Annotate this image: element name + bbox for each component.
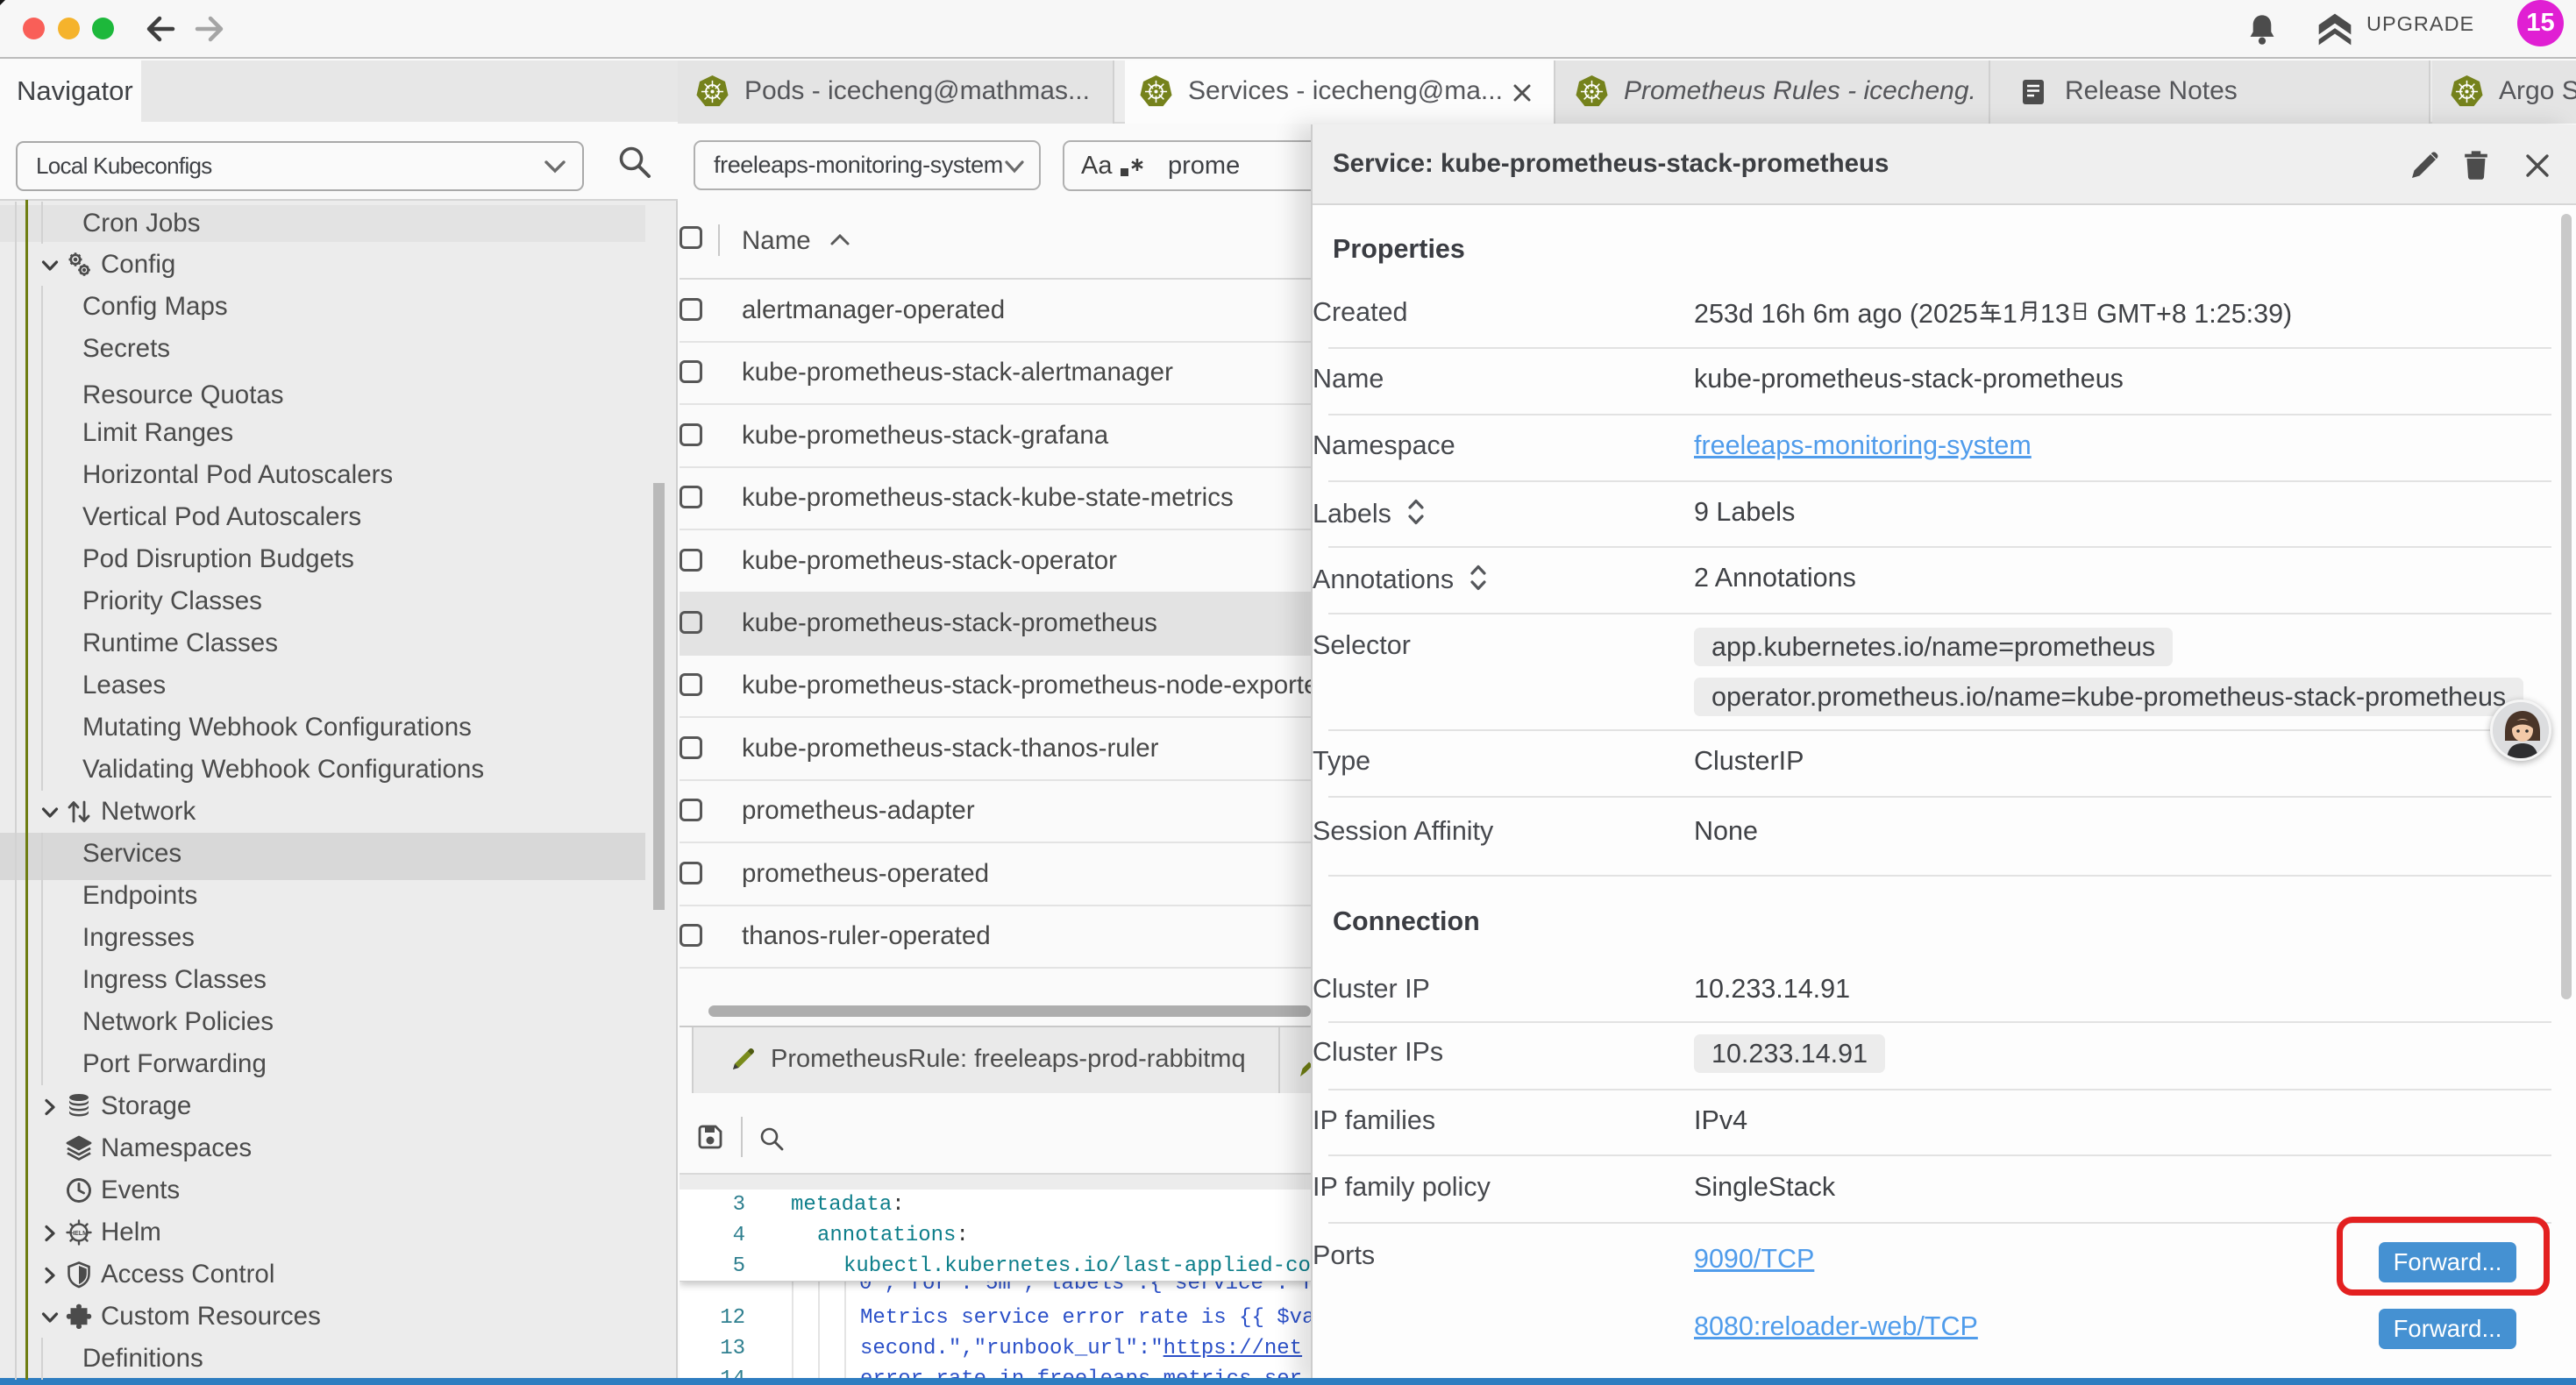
svg-text:HELM: HELM — [70, 1231, 88, 1237]
